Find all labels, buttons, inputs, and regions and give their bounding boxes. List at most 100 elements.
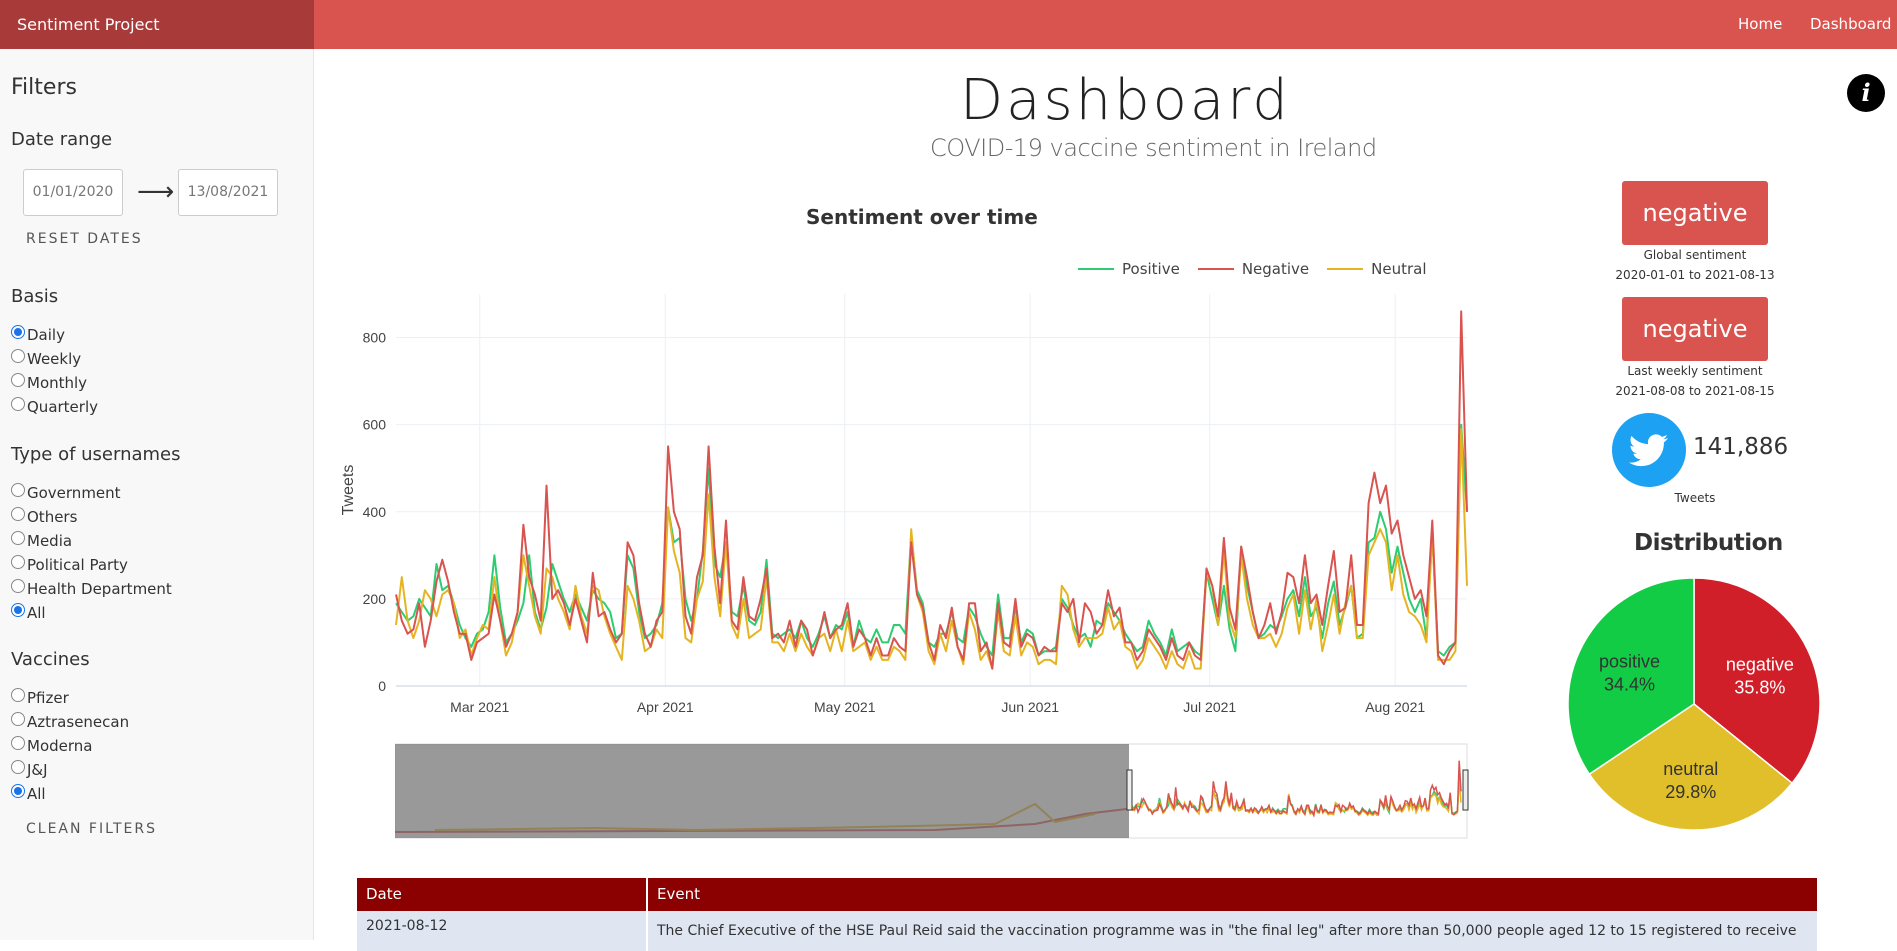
radio-button[interactable] <box>11 325 25 339</box>
filters-sidebar: Filters Date range 01/01/2020 ⟶ 13/08/20… <box>0 49 314 940</box>
legend-label: Positive <box>1122 260 1180 278</box>
radio-usernames-media[interactable]: Media <box>11 531 72 551</box>
radio-button[interactable] <box>11 531 25 545</box>
radio-button[interactable] <box>11 688 25 702</box>
radio-button[interactable] <box>11 373 25 387</box>
page-title: Dashboard <box>960 68 1291 133</box>
header-event[interactable]: Event <box>648 878 1817 911</box>
radio-usernames-others[interactable]: Others <box>11 507 77 527</box>
radio-label: Political Party <box>27 556 128 574</box>
nav-home-link[interactable]: Home <box>1738 0 1782 49</box>
nav-dashboard-link[interactable]: Dashboard <box>1810 0 1891 49</box>
radio-usernames-all[interactable]: All <box>11 603 46 623</box>
series-line-neutral <box>395 428 1468 670</box>
radio-label: Aztrasenecan <box>27 713 130 731</box>
radio-label: Quarterly <box>27 398 98 416</box>
weekly-sentiment-badge: negative <box>1622 297 1768 361</box>
radio-label: Government <box>27 484 121 502</box>
sentiment-line-chart[interactable]: 0 200 400 600 800 Mar 2021 Apr 2021 May 2021 Jun… <box>330 280 1490 740</box>
radio-label: All <box>27 604 46 622</box>
radio-label: Daily <box>27 326 65 344</box>
table-row[interactable]: 2021-08-12 The Chief Executive of the HS… <box>357 911 1817 951</box>
weekly-sentiment-caption: Last weekly sentiment <box>1627 364 1763 378</box>
range-slider[interactable] <box>395 742 1475 842</box>
x-tick-label: Aug 2021 <box>1365 699 1425 715</box>
cell-event: The Chief Executive of the HSE Paul Reid… <box>657 923 1797 939</box>
radio-label: All <box>27 785 46 803</box>
radio-button[interactable] <box>11 603 25 617</box>
radio-label: Moderna <box>27 737 93 755</box>
series-line-positive <box>395 423 1468 657</box>
legend-label: Neutral <box>1371 260 1427 278</box>
radio-usernames-health-department[interactable]: Health Department <box>11 579 172 599</box>
pie-label: positive <box>1599 652 1660 672</box>
distribution-pie-chart[interactable]: negative 35.8% neutral 29.8% positive 34.4% <box>1568 578 1828 838</box>
radio-button[interactable] <box>11 483 25 497</box>
y-tick-label: 600 <box>363 417 387 433</box>
radio-vaccines-all[interactable]: All <box>11 784 46 804</box>
page-subtitle: COVID-19 vaccine sentiment in Ireland <box>930 134 1377 162</box>
radio-vaccines-aztrasenecan[interactable]: Aztrasenecan <box>11 712 129 732</box>
cell-date: 2021-08-12 <box>357 911 648 951</box>
brand-logo[interactable]: Sentiment Project <box>0 0 314 49</box>
legend-positive[interactable]: Positive <box>1078 260 1180 278</box>
global-sentiment-caption: Global sentiment <box>1643 248 1747 262</box>
clean-filters-button[interactable]: CLEAN FILTERS <box>26 821 157 837</box>
pie-label: neutral <box>1663 759 1718 779</box>
info-icon[interactable]: i <box>1847 74 1885 112</box>
radio-label: Pfizer <box>27 689 69 707</box>
global-sentiment-range: 2020-01-01 to 2021-08-13 <box>1615 268 1775 282</box>
radio-vaccines-j-j[interactable]: J&J <box>11 760 48 780</box>
header-date[interactable]: Date <box>357 878 648 911</box>
table-header: Date Event <box>357 878 1817 911</box>
radio-usernames-political-party[interactable]: Political Party <box>11 555 128 575</box>
x-tick-label: Apr 2021 <box>637 699 694 715</box>
radio-basis-daily[interactable]: Daily <box>11 325 65 345</box>
radio-vaccines-pfizer[interactable]: Pfizer <box>11 688 69 708</box>
radio-button[interactable] <box>11 349 25 363</box>
range-mask <box>395 744 1129 838</box>
radio-button[interactable] <box>11 507 25 521</box>
chart-legend: Positive Negative Neutral <box>1078 260 1445 278</box>
y-tick-label: 0 <box>378 678 386 694</box>
date-range-heading: Date range <box>11 129 113 150</box>
legend-swatch <box>1078 268 1114 270</box>
date-from-input[interactable]: 01/01/2020 <box>23 169 123 216</box>
y-tick-label: 800 <box>363 330 387 346</box>
pie-label: negative <box>1726 654 1794 674</box>
y-tick-label: 400 <box>363 504 387 520</box>
radio-button[interactable] <box>11 712 25 726</box>
reset-dates-button[interactable]: RESET DATES <box>26 231 143 247</box>
tweets-label: Tweets <box>1674 491 1716 505</box>
pie-value: 34.4% <box>1604 675 1655 695</box>
radio-label: Health Department <box>27 580 172 598</box>
legend-negative[interactable]: Negative <box>1197 260 1310 278</box>
radio-label: J&J <box>27 761 48 779</box>
radio-usernames-government[interactable]: Government <box>11 483 121 503</box>
pie-value: 35.8% <box>1734 677 1785 697</box>
date-to-input[interactable]: 13/08/2021 <box>178 169 278 216</box>
arrow-right-icon: ⟶ <box>137 177 175 207</box>
global-sentiment-badge: negative <box>1622 181 1768 245</box>
series-line-negative <box>395 310 1468 670</box>
x-tick-label: May 2021 <box>814 699 876 715</box>
radio-button[interactable] <box>11 736 25 750</box>
radio-button[interactable] <box>11 397 25 411</box>
pie-value: 29.8% <box>1665 782 1716 802</box>
x-tick-label: Mar 2021 <box>450 699 509 715</box>
radio-vaccines-moderna[interactable]: Moderna <box>11 736 92 756</box>
radio-button[interactable] <box>11 579 25 593</box>
radio-button[interactable] <box>11 555 25 569</box>
usernames-heading: Type of usernames <box>11 444 181 465</box>
radio-basis-monthly[interactable]: Monthly <box>11 373 87 393</box>
radio-basis-quarterly[interactable]: Quarterly <box>11 397 98 417</box>
top-navbar: Sentiment Project Home Dashboard <box>0 0 1897 49</box>
radio-basis-weekly[interactable]: Weekly <box>11 349 81 369</box>
radio-button[interactable] <box>11 760 25 774</box>
tweets-count: 141,886 <box>1693 434 1789 460</box>
radio-label: Weekly <box>27 350 82 368</box>
legend-label: Negative <box>1241 260 1310 278</box>
radio-label: Media <box>27 532 73 550</box>
legend-neutral[interactable]: Neutral <box>1327 260 1427 278</box>
radio-button[interactable] <box>11 784 25 798</box>
